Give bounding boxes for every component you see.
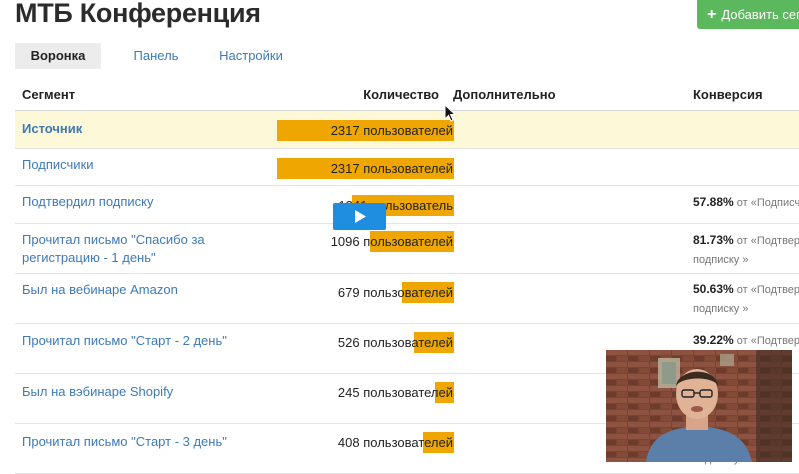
play-icon [354, 210, 366, 223]
conversion-percent: 39.22% [693, 333, 734, 347]
table-row[interactable]: Источник 2317 пользователей [15, 111, 799, 149]
segment-name-link[interactable]: Был на вебинаре Amazon [22, 281, 232, 299]
conversion-cell: 57.88% от «Подписчики» [693, 193, 799, 213]
add-segment-label: Добавить сегм [721, 7, 799, 22]
conversion-source[interactable]: от «Подтвердил [734, 284, 799, 296]
plus-icon: + [707, 5, 717, 23]
column-conversion: Конверсия [693, 87, 763, 102]
column-extra: Дополнительно [453, 87, 556, 102]
segment-count: 2317 пользователей [330, 123, 453, 138]
segment-count: 526 пользователей [337, 335, 453, 350]
conversion-percent: 57.88% [693, 195, 734, 209]
segment-name-link[interactable]: Источник [22, 120, 232, 138]
play-button[interactable] [333, 203, 386, 230]
conversion-source-cont[interactable]: подписку » [693, 251, 799, 270]
segment-name-link[interactable]: Подтвердил подписку [22, 193, 232, 211]
add-segment-button[interactable]: + Добавить сегм [697, 0, 799, 29]
conversion-source[interactable]: от «Подписчики» [734, 197, 799, 209]
segment-count: 1096 пользователей [330, 234, 453, 249]
tab-funnel[interactable]: Воронка [15, 43, 101, 69]
segment-name-link[interactable]: Прочитал письмо "Старт - 3 день" [22, 433, 232, 451]
segment-count: 408 пользователей [337, 435, 453, 450]
tab-dashboard[interactable]: Панель [101, 43, 211, 69]
segment-count: 245 пользователей [337, 385, 453, 400]
segment-name-link[interactable]: Был на вэбинаре Shopify [22, 383, 232, 401]
table-row[interactable]: Прочитал письмо "Спасибо за регистрацию … [15, 224, 799, 274]
table-row[interactable]: Подписчики 2317 пользователей [15, 149, 799, 186]
conversion-source[interactable]: от «Подтвердил [734, 335, 799, 347]
mouse-cursor-icon [444, 104, 456, 122]
conversion-source-cont[interactable]: подписку » [693, 300, 799, 319]
segment-name-link[interactable]: Прочитал письмо "Старт - 2 день" [22, 332, 232, 350]
conversion-source[interactable]: от «Подтвердил [734, 235, 799, 247]
tab-bar: Воронка Панель Настройки [15, 43, 291, 69]
conversion-percent: 50.63% [693, 282, 734, 296]
segment-name-link[interactable]: Подписчики [22, 156, 232, 174]
tab-settings[interactable]: Настройки [211, 43, 291, 69]
column-segment: Сегмент [22, 87, 76, 102]
table-row[interactable]: Был на вебинаре Amazon 679 пользователей 5… [15, 274, 799, 324]
webcam-video-overlay [606, 350, 792, 462]
conversion-cell: 50.63% от «Подтвердил подписку » [693, 280, 799, 319]
conversion-cell: 81.73% от «Подтвердил подписку » [693, 231, 799, 270]
segment-count: 679 пользователей [337, 285, 453, 300]
conversion-percent: 81.73% [693, 233, 734, 247]
segment-name-link[interactable]: Прочитал письмо "Спасибо за регистрацию … [22, 231, 232, 267]
segment-count: 2317 пользователей [330, 161, 453, 176]
table-row[interactable]: Подтвердил подписку 1341 пользователь 57.8… [15, 186, 799, 224]
column-count: Количество [363, 87, 439, 102]
webcam-image [606, 350, 792, 462]
page-title: МТБ Конференция [15, 0, 261, 28]
table-header: Сегмент Количество Дополнительно Конверс… [15, 80, 799, 112]
